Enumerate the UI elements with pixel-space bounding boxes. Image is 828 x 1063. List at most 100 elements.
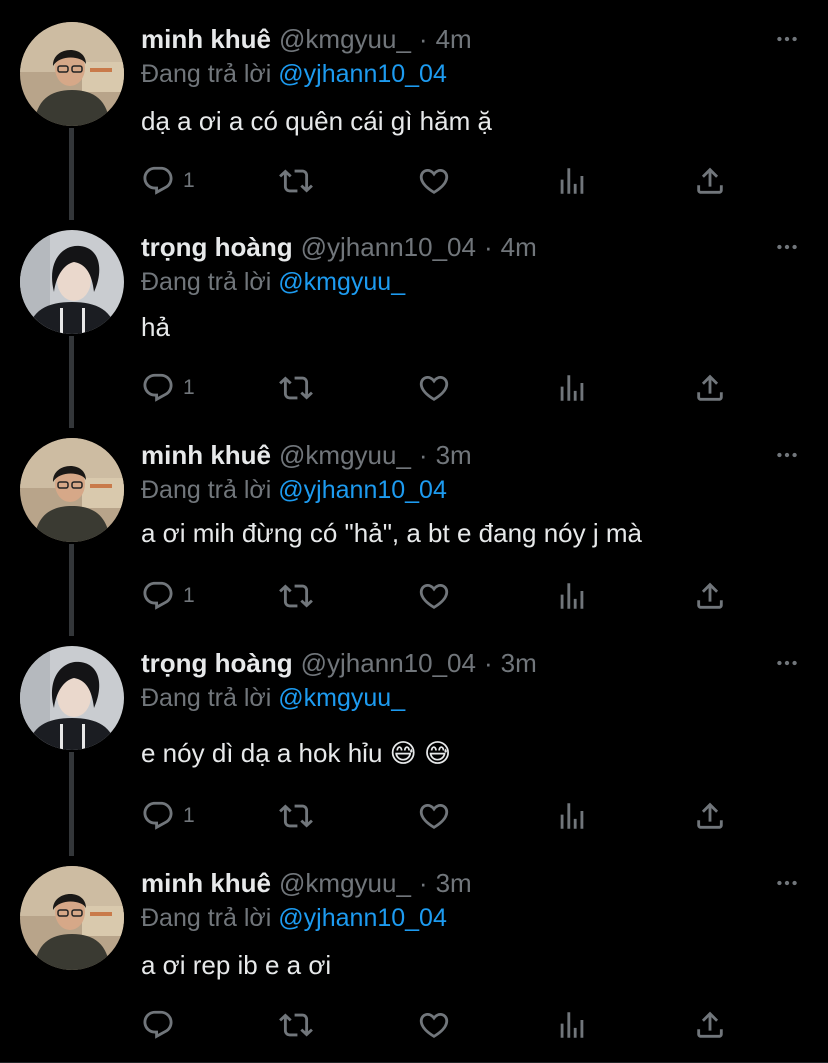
reply-icon — [141, 799, 175, 833]
like-icon — [417, 799, 451, 833]
more-icon[interactable] — [774, 234, 800, 260]
reply-mention-link[interactable]: @kmgyuu_ — [278, 268, 405, 296]
reply-mention-link[interactable]: @yjhann10_04 — [278, 476, 447, 504]
share-button[interactable] — [693, 161, 727, 201]
separator-dot: · — [418, 24, 428, 54]
user-handle[interactable]: @kmgyuu_ — [279, 24, 411, 55]
reply-button[interactable]: 1 — [141, 161, 195, 201]
reply-count: 1 — [183, 376, 195, 399]
more-icon[interactable] — [774, 870, 800, 896]
reply-mention-link[interactable]: @yjhann10_04 — [278, 904, 447, 932]
retweet-button[interactable] — [279, 368, 313, 408]
avatar[interactable] — [20, 230, 124, 334]
views-button[interactable] — [555, 368, 589, 408]
share-icon — [693, 799, 727, 833]
like-button[interactable] — [417, 368, 451, 408]
timestamp[interactable]: 3m — [436, 440, 472, 471]
views-button[interactable] — [555, 796, 589, 836]
display-name[interactable]: minh khuê — [141, 24, 271, 55]
timestamp[interactable]: 4m — [436, 24, 472, 55]
replying-to: Đang trả lời @yjhann10_04 — [141, 60, 447, 89]
views-icon — [555, 799, 589, 833]
tweet[interactable]: trọng hoàng @yjhann10_04 · 3m Đang trả l… — [0, 624, 828, 856]
tweet[interactable]: minh khuê @kmgyuu_ · 3m Đang trả lời @yj… — [0, 416, 828, 636]
reply-mention-link[interactable]: @yjhann10_04 — [278, 60, 447, 88]
user-handle[interactable]: @yjhann10_04 — [301, 648, 476, 679]
share-button[interactable] — [693, 576, 727, 616]
replying-to: Đang trả lời @yjhann10_04 — [141, 476, 447, 505]
tweet-header: minh khuê @kmgyuu_ · 3m — [141, 868, 472, 902]
retweet-button[interactable] — [279, 1005, 313, 1045]
tweet[interactable]: minh khuê @kmgyuu_ · 4m Đang trả lời @yj… — [0, 0, 828, 220]
tweet-text: e nóy dì dạ a hok hỉu 😅 😅 — [141, 738, 452, 768]
more-icon[interactable] — [774, 650, 800, 676]
views-button[interactable] — [555, 1005, 589, 1045]
replying-to-label: Đang trả lời — [141, 904, 272, 932]
more-icon[interactable] — [774, 442, 800, 468]
reply-button[interactable]: 1 — [141, 576, 195, 616]
replying-to-label: Đang trả lời — [141, 268, 272, 296]
like-icon — [417, 164, 451, 198]
timestamp[interactable]: 3m — [501, 648, 537, 679]
tweet-text: a ơi mih đừng có "hả", a bt e đang nóy j… — [141, 518, 642, 548]
avatar[interactable] — [20, 646, 124, 750]
reply-icon — [141, 1008, 175, 1042]
display-name[interactable]: minh khuê — [141, 868, 271, 899]
more-icon[interactable] — [774, 26, 800, 52]
display-name[interactable]: trọng hoàng — [141, 232, 293, 263]
tweet[interactable]: trọng hoàng @yjhann10_04 · 4m Đang trả l… — [0, 208, 828, 428]
tweet[interactable]: minh khuê @kmgyuu_ · 3m Đang trả lời @yj… — [0, 844, 828, 1063]
reply-button[interactable]: 1 — [141, 368, 195, 408]
tweet-actions — [141, 1005, 731, 1045]
reply-count: 1 — [183, 804, 195, 827]
tweet-actions: 1 — [141, 368, 731, 408]
user-handle[interactable]: @yjhann10_04 — [301, 232, 476, 263]
replying-to-label: Đang trả lời — [141, 684, 272, 712]
avatar[interactable] — [20, 438, 124, 542]
views-icon — [555, 371, 589, 405]
timestamp[interactable]: 3m — [436, 868, 472, 899]
like-icon — [417, 1008, 451, 1042]
tweet-text: dạ a ơi a có quên cái gì hăm ặ — [141, 106, 492, 136]
display-name[interactable]: trọng hoàng — [141, 648, 293, 679]
thread-connector-line — [69, 544, 74, 636]
replying-to-label: Đang trả lời — [141, 476, 272, 504]
views-icon — [555, 1008, 589, 1042]
tweet-header: minh khuê @kmgyuu_ · 3m — [141, 440, 472, 474]
views-button[interactable] — [555, 161, 589, 201]
views-button[interactable] — [555, 576, 589, 616]
retweet-icon — [279, 799, 313, 833]
share-button[interactable] — [693, 1005, 727, 1045]
share-icon — [693, 164, 727, 198]
tweet-header: minh khuê @kmgyuu_ · 4m — [141, 24, 472, 58]
avatar[interactable] — [20, 866, 124, 970]
tweet-actions: 1 — [141, 576, 731, 616]
thread-connector-line — [69, 752, 74, 856]
reply-count: 1 — [183, 169, 195, 192]
timestamp[interactable]: 4m — [501, 232, 537, 263]
tweet-text: a ơi rep ib e a ơi — [141, 950, 332, 980]
tweet-actions: 1 — [141, 161, 731, 201]
user-handle[interactable]: @kmgyuu_ — [279, 868, 411, 899]
reply-mention-link[interactable]: @kmgyuu_ — [278, 684, 405, 712]
views-icon — [555, 164, 589, 198]
like-button[interactable] — [417, 1005, 451, 1045]
retweet-button[interactable] — [279, 796, 313, 836]
like-button[interactable] — [417, 576, 451, 616]
share-button[interactable] — [693, 368, 727, 408]
reply-button[interactable] — [141, 1005, 183, 1045]
reply-icon — [141, 371, 175, 405]
tweet-text: hả — [141, 312, 170, 342]
display-name[interactable]: minh khuê — [141, 440, 271, 471]
separator-dot: · — [418, 440, 428, 470]
tweet-actions: 1 — [141, 796, 731, 836]
retweet-button[interactable] — [279, 161, 313, 201]
reply-button[interactable]: 1 — [141, 796, 195, 836]
like-button[interactable] — [417, 161, 451, 201]
avatar[interactable] — [20, 22, 124, 126]
retweet-button[interactable] — [279, 576, 313, 616]
user-handle[interactable]: @kmgyuu_ — [279, 440, 411, 471]
like-button[interactable] — [417, 796, 451, 836]
share-button[interactable] — [693, 796, 727, 836]
reply-icon — [141, 164, 175, 198]
